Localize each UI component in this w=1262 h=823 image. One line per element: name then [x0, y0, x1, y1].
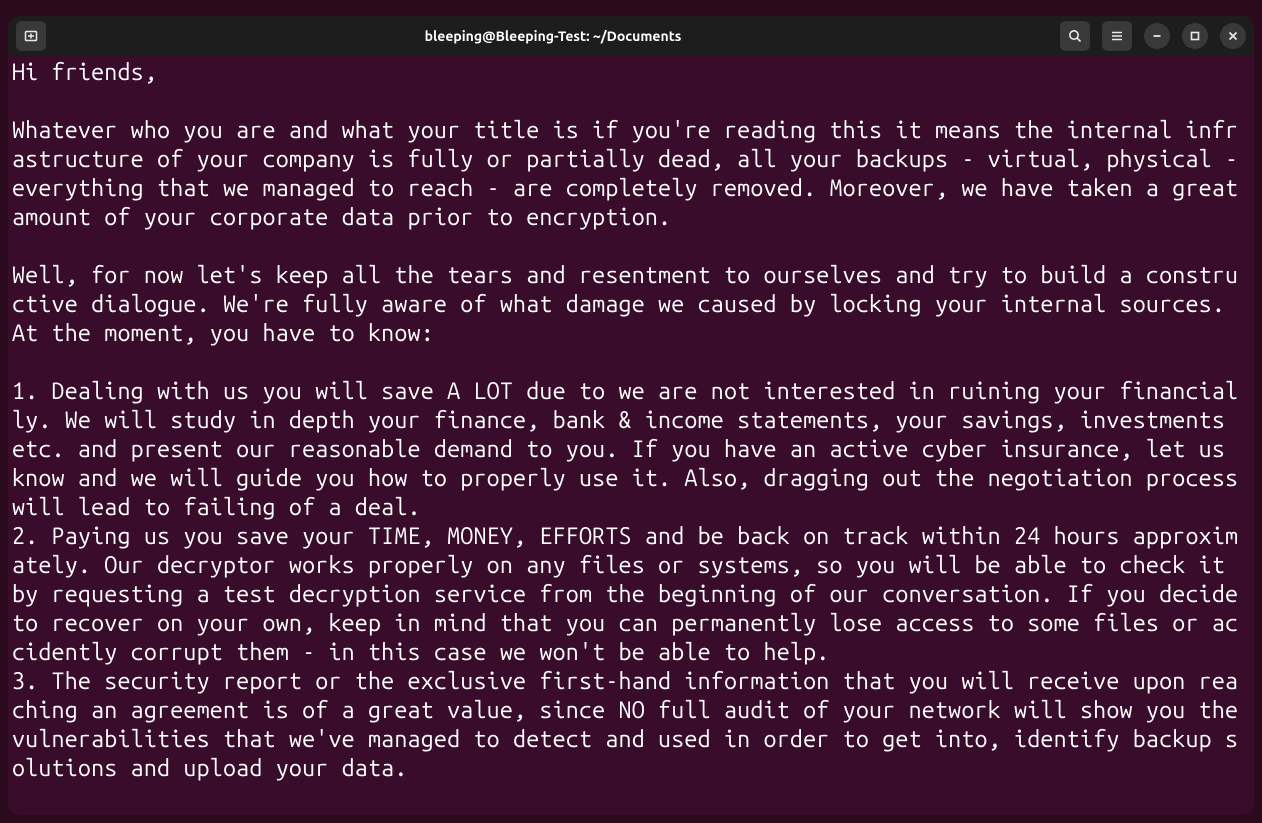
titlebar-left-group	[16, 21, 46, 51]
window-title: bleeping@Bleeping-Test: ~/Documents	[46, 28, 1060, 44]
hamburger-menu-button[interactable]	[1102, 21, 1132, 51]
close-icon	[1226, 29, 1240, 43]
maximize-button[interactable]	[1182, 23, 1208, 49]
terminal-window: bleeping@Bleeping-Test: ~/Documents	[8, 16, 1254, 815]
minimize-button[interactable]	[1144, 23, 1170, 49]
terminal-content: Hi friends, Whatever who you are and wha…	[12, 58, 1250, 783]
search-button[interactable]	[1060, 21, 1090, 51]
search-icon	[1067, 28, 1083, 44]
close-button[interactable]	[1220, 23, 1246, 49]
new-tab-button[interactable]	[16, 21, 46, 51]
terminal-body[interactable]: Hi friends, Whatever who you are and wha…	[8, 56, 1254, 815]
minimize-icon	[1150, 29, 1164, 43]
titlebar-right-group	[1060, 21, 1246, 51]
maximize-icon	[1188, 29, 1202, 43]
titlebar: bleeping@Bleeping-Test: ~/Documents	[8, 16, 1254, 56]
new-tab-icon	[23, 28, 39, 44]
hamburger-icon	[1109, 28, 1125, 44]
